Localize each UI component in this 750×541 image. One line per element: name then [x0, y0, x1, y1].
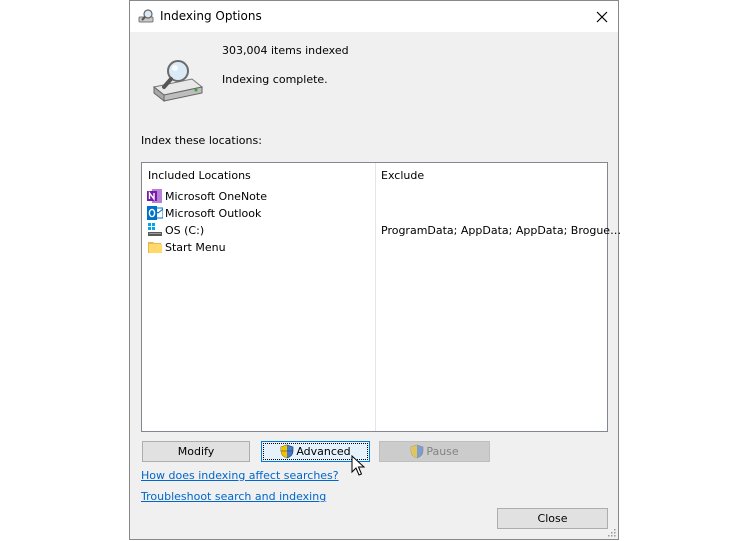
- list-item[interactable]: Microsoft Outlook: [147, 205, 607, 222]
- uac-shield-icon: [411, 444, 424, 459]
- locations-list[interactable]: Included Locations Exclude Microsoft One…: [141, 162, 621, 432]
- title-bar[interactable]: Indexing Options: [130, 1, 618, 32]
- outlook-icon: [147, 206, 163, 220]
- close-icon: [596, 11, 608, 22]
- pause-button-label: Pause: [426, 445, 459, 458]
- pause-button[interactable]: Pause: [379, 441, 490, 462]
- indexing-options-icon: [138, 9, 154, 23]
- column-header-included[interactable]: Included Locations: [148, 169, 251, 182]
- folder-icon: [148, 242, 162, 253]
- locations-label: Index these locations:: [141, 134, 262, 147]
- close-window-button[interactable]: [586, 1, 618, 32]
- onenote-icon: [147, 189, 162, 203]
- drive-icon: [148, 223, 162, 236]
- close-button[interactable]: Close: [497, 508, 608, 529]
- how-indexing-affects-link[interactable]: How does indexing affect searches?: [141, 469, 339, 482]
- mouse-cursor-icon: [351, 455, 365, 476]
- location-name: Start Menu: [165, 241, 226, 254]
- indexing-options-dialog: Indexing Options 303,004 items indexed I…: [129, 0, 621, 540]
- resize-grip-icon[interactable]: [606, 527, 616, 537]
- indexing-status: Indexing complete.: [222, 73, 328, 86]
- column-header-exclude[interactable]: Exclude: [381, 169, 424, 182]
- list-item[interactable]: OS (C:) ProgramData; AppData; AppData; B…: [147, 222, 621, 239]
- location-name: Microsoft Outlook: [165, 207, 262, 220]
- close-button-label: Close: [537, 512, 568, 525]
- indexing-drive-magnifier-icon: [152, 60, 204, 103]
- list-item[interactable]: Start Menu: [147, 239, 607, 256]
- troubleshoot-link[interactable]: Troubleshoot search and indexing: [141, 490, 326, 503]
- modify-button-label: Modify: [177, 445, 215, 458]
- items-indexed-count: 303,004 items indexed: [222, 44, 349, 57]
- location-name: OS (C:): [165, 224, 205, 237]
- location-exclude: ProgramData; AppData; AppData; Brogue…: [381, 224, 622, 237]
- list-item[interactable]: Microsoft OneNote: [147, 188, 607, 205]
- uac-shield-icon: [281, 444, 294, 459]
- location-name: Microsoft OneNote: [165, 190, 267, 203]
- modify-button[interactable]: Modify: [142, 441, 250, 462]
- advanced-button-label: Advanced: [296, 445, 351, 458]
- window-title: Indexing Options: [160, 9, 262, 23]
